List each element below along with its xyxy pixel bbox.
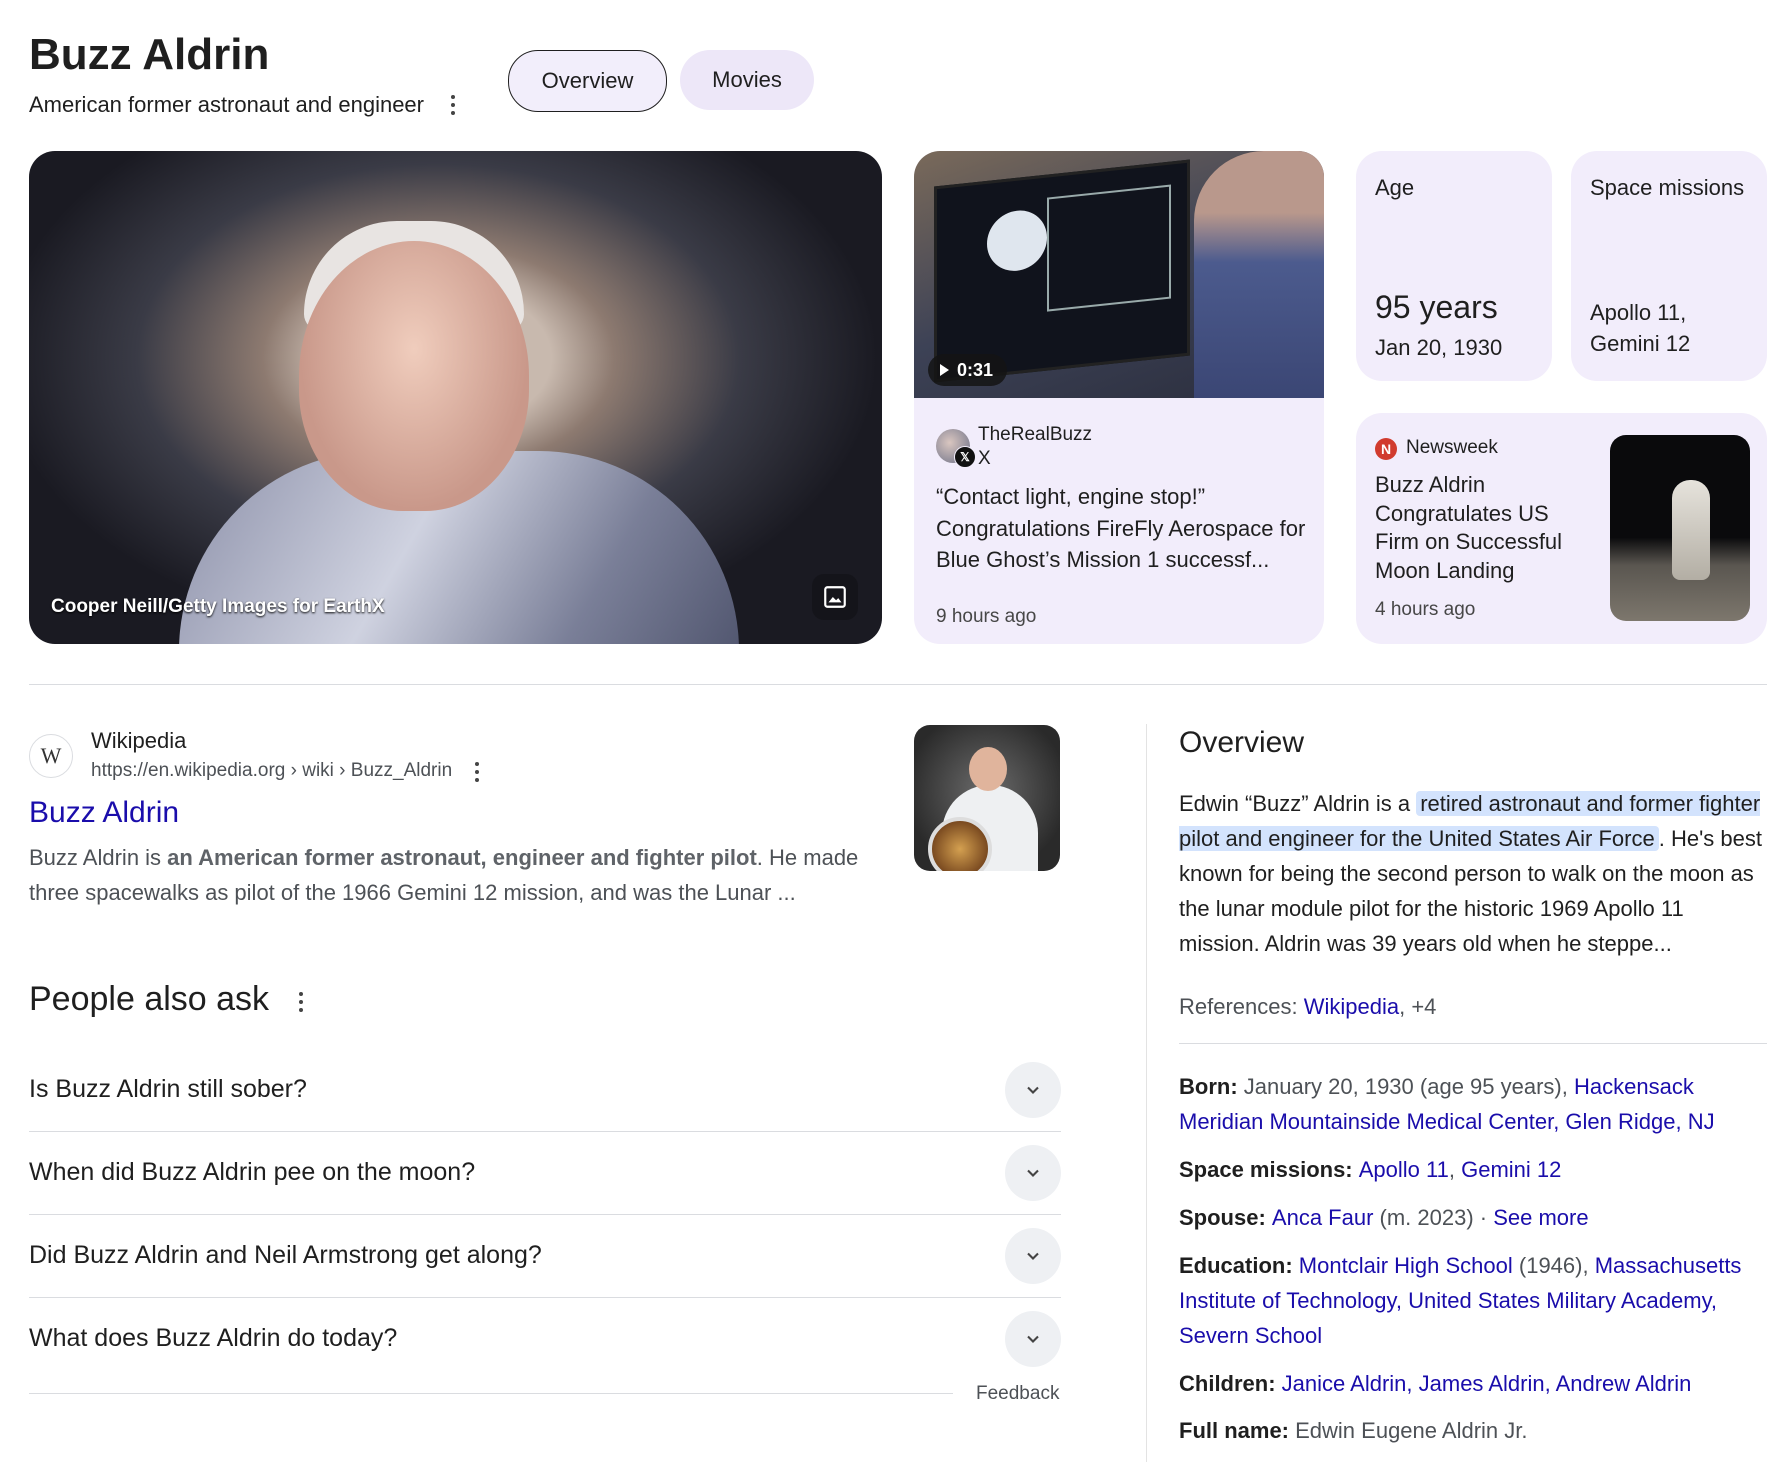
see-more-link[interactable]: See more <box>1493 1205 1588 1230</box>
hero-image[interactable]: Cooper Neill/Getty Images for EarthX <box>29 151 882 644</box>
play-icon <box>940 364 949 376</box>
video-thumbnail[interactable]: 0:31 <box>914 151 1324 398</box>
tab-overview[interactable]: Overview <box>508 50 667 112</box>
more-vert-icon[interactable] <box>465 757 489 787</box>
news-card[interactable]: N Newsweek Buzz Aldrin Congratulates US … <box>1356 413 1767 644</box>
overview-divider <box>1179 1043 1767 1044</box>
video-duration-badge: 0:31 <box>928 354 1008 386</box>
video-post-card[interactable]: 0:31 𝕏 TheRealBuzz X “Contact light, eng… <box>914 151 1324 644</box>
age-card[interactable]: Age 95 years Jan 20, 1930 <box>1356 151 1552 381</box>
image-icon[interactable] <box>812 574 858 620</box>
chevron-down-icon[interactable] <box>1005 1310 1061 1367</box>
mission-link-gemini-12[interactable]: Gemini 12 <box>1461 1157 1561 1182</box>
account-platform: X <box>978 448 991 469</box>
paa-question[interactable]: Did Buzz Aldrin and Neil Armstrong get a… <box>29 1214 1061 1298</box>
mission-link-apollo-11[interactable]: Apollo 11 <box>1359 1157 1449 1182</box>
education-link[interactable]: Montclair High School <box>1299 1253 1513 1278</box>
paa-question[interactable]: Is Buzz Aldrin still sober? <box>29 1048 1061 1132</box>
result-url: https://en.wikipedia.org › wiki › Buzz_A… <box>91 760 453 781</box>
stat-value: 95 years <box>1375 289 1498 325</box>
news-time: 4 hours ago <box>1375 599 1476 620</box>
image-credit: Cooper Neill/Getty Images for EarthX <box>51 596 385 617</box>
chevron-down-icon[interactable] <box>1005 1061 1061 1118</box>
paa-heading: People also ask <box>29 980 270 1018</box>
result-title-link[interactable]: Buzz Aldrin <box>29 796 179 830</box>
tab-movies[interactable]: Movies <box>680 50 814 110</box>
stat-label: Space missions <box>1590 175 1745 200</box>
more-vert-icon[interactable] <box>289 987 313 1017</box>
overview-heading: Overview <box>1179 726 1305 759</box>
spouse-link[interactable]: Anca Faur <box>1272 1205 1374 1230</box>
result-site-name: Wikipedia <box>91 728 187 753</box>
post-text: “Contact light, engine stop!” Congratula… <box>936 484 1306 572</box>
reference-link-wikipedia[interactable]: Wikipedia <box>1304 994 1399 1019</box>
thumbnail-person <box>1194 151 1324 398</box>
newsweek-logo-icon: N <box>1375 438 1397 460</box>
fact-space-missions: Space missions: Apollo 11, Gemini 12 <box>1179 1157 1562 1182</box>
chevron-down-icon[interactable] <box>1005 1144 1061 1201</box>
fact-born: Born: January 20, 1930 (age 95 years), H… <box>1179 1074 1715 1134</box>
more-vert-icon[interactable] <box>441 90 465 120</box>
account-name: TheRealBuzz <box>978 424 1093 445</box>
result-snippet: Buzz Aldrin is an American former astron… <box>29 845 859 905</box>
stat-detail: Jan 20, 1930 <box>1375 335 1503 360</box>
feedback-link[interactable]: Feedback <box>976 1383 1059 1405</box>
overview-text: Edwin “Buzz” Aldrin is a retired astrona… <box>1179 791 1762 956</box>
space-missions-card[interactable]: Space missions Apollo 11, Gemini 12 <box>1571 151 1767 381</box>
news-thumbnail <box>1610 435 1750 621</box>
page-subtitle: American former astronaut and engineer <box>29 92 424 117</box>
post-account: TheRealBuzz X <box>978 423 1092 471</box>
tv-screen <box>934 159 1190 383</box>
video-duration: 0:31 <box>957 359 994 380</box>
fact-spouse: Spouse: Anca Faur (m. 2023) · See more <box>1179 1205 1589 1230</box>
post-time: 9 hours ago <box>936 606 1037 627</box>
fact-education: Education: Montclair High School (1946),… <box>1179 1253 1742 1348</box>
column-divider <box>1146 724 1147 1462</box>
stat-line-2: Gemini 12 <box>1590 331 1691 356</box>
x-logo-icon: 𝕏 <box>954 446 976 468</box>
references: References: Wikipedia, +4 <box>1179 994 1437 1019</box>
fact-full-name: Full name: Edwin Eugene Aldrin Jr. <box>1179 1418 1528 1443</box>
stat-label: Age <box>1375 175 1415 200</box>
wikipedia-logo-icon: W <box>29 734 73 778</box>
chevron-down-icon[interactable] <box>1005 1227 1061 1284</box>
children-link[interactable]: Janice Aldrin, James Aldrin, Andrew Aldr… <box>1282 1371 1692 1396</box>
fact-children: Children: Janice Aldrin, James Aldrin, A… <box>1179 1371 1692 1396</box>
hero-figure-face <box>299 241 529 511</box>
news-source: Newsweek <box>1406 437 1498 458</box>
paa-question[interactable]: What does Buzz Aldrin do today? <box>29 1297 1061 1380</box>
stat-line-1: Apollo 11, <box>1590 300 1687 325</box>
section-divider <box>29 684 1767 685</box>
news-headline: Buzz Aldrin Congratulates US Firm on Suc… <box>1375 472 1563 583</box>
page-title: Buzz Aldrin <box>29 30 270 79</box>
paa-bottom-divider <box>29 1393 953 1394</box>
result-thumbnail[interactable] <box>914 725 1060 871</box>
paa-question[interactable]: When did Buzz Aldrin pee on the moon? <box>29 1131 1061 1215</box>
